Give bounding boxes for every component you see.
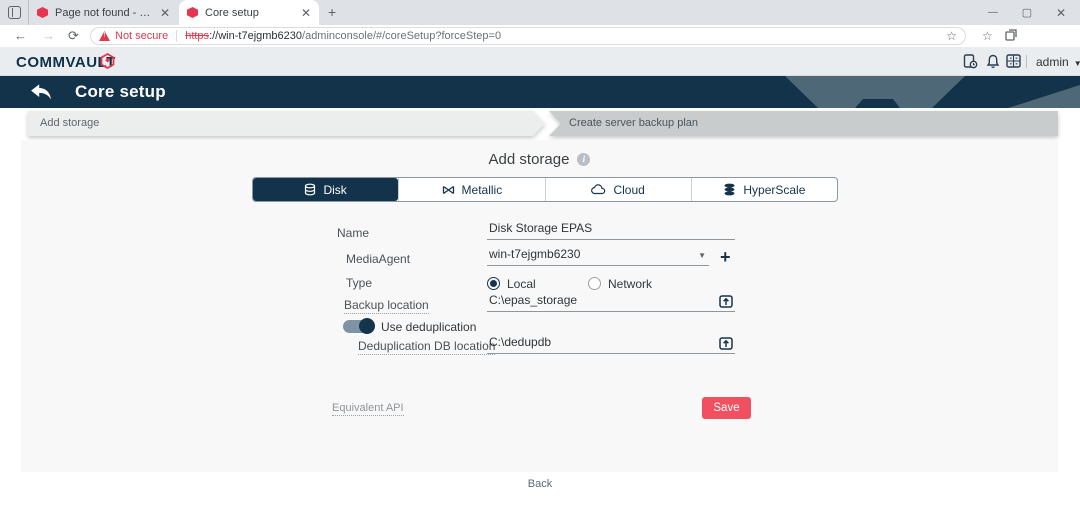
tab-disk[interactable]: Disk [253, 178, 398, 201]
tab-title: Page not found - Commvault [55, 7, 154, 19]
favorites-icon[interactable]: ☆ [982, 29, 993, 43]
step-add-storage[interactable]: Add storage [28, 111, 545, 136]
backup-location-input[interactable]: C:\epas_storage [487, 291, 735, 312]
not-secure-label: Not secure [115, 30, 168, 42]
use-deduplication-label: Use deduplication [381, 320, 476, 334]
commvault-hexagon-icon [100, 53, 115, 69]
apps-grid-icon[interactable] [1006, 54, 1021, 68]
tab-actions-icon[interactable] [8, 6, 21, 19]
bookmark-star-icon[interactable]: ☆ [946, 29, 957, 43]
hyperscale-icon [723, 183, 736, 196]
equivalent-api-link[interactable]: Equivalent API [332, 402, 404, 416]
window-restore-button[interactable]: ▢ [1010, 0, 1044, 25]
browser-tab-core-setup[interactable]: Core setup ✕ [179, 0, 319, 25]
window-close-button[interactable]: ✕ [1044, 0, 1078, 25]
tab-metallic[interactable]: Metallic [398, 178, 544, 201]
setup-steps: Add storage Create server backup plan [28, 111, 1058, 136]
notifications-bell-icon[interactable] [986, 54, 1000, 69]
omnibox-divider [176, 30, 177, 42]
back-link[interactable]: Back [0, 478, 1080, 490]
tab-label: Disk [323, 183, 346, 197]
refresh-icon[interactable]: ⟳ [68, 28, 79, 44]
name-label: Name [337, 226, 369, 240]
mediaagent-label: MediaAgent [346, 252, 410, 266]
dedup-db-location-input[interactable]: C:\dedupdb [487, 333, 735, 354]
toggle-knob [359, 318, 375, 334]
browser-tab-strip: Page not found - Commvault ✕ Core setup … [0, 0, 1080, 25]
step-create-server-backup-plan[interactable]: Create server backup plan [549, 111, 1058, 136]
header-decoration [760, 76, 1080, 108]
collections-icon[interactable] [1005, 29, 1018, 42]
mediaagent-value: win-t7ejgmb6230 [489, 247, 580, 261]
page-title-bar: Core setup [0, 76, 1080, 108]
storage-type-tabs: Disk Metallic Cloud HyperScale [252, 177, 838, 202]
chevron-down-icon: ▼ [1074, 59, 1080, 68]
url-host: ://win-t7ejgmb6230 [209, 30, 302, 42]
header-divider [1026, 55, 1027, 68]
save-button[interactable]: Save [702, 397, 751, 419]
tab-close-icon[interactable]: ✕ [301, 7, 311, 19]
window-minimize-button[interactable]: — [976, 0, 1010, 25]
browse-dedup-db-icon[interactable] [719, 336, 733, 350]
tab-cloud[interactable]: Cloud [545, 178, 691, 201]
use-deduplication-toggle[interactable] [343, 320, 373, 333]
new-tab-button[interactable]: + [328, 4, 336, 20]
radio-network-label: Network [608, 277, 652, 291]
dedup-db-location-label: Deduplication DB location [358, 339, 495, 355]
chevron-down-icon: ▼ [698, 251, 706, 260]
tab-hyperscale[interactable]: HyperScale [691, 178, 837, 201]
type-label: Type [346, 276, 372, 290]
tab-label: Cloud [613, 183, 644, 197]
back-arrow-icon[interactable] [30, 83, 52, 101]
back-nav-icon[interactable]: ← [14, 28, 27, 43]
form-heading: Add storage [489, 151, 570, 168]
browser-tab-page-not-found[interactable]: Page not found - Commvault ✕ [28, 0, 178, 25]
name-input[interactable]: Disk Storage EPAS [487, 219, 735, 240]
backup-location-label: Backup location [344, 298, 429, 314]
mediaagent-select[interactable]: win-t7ejgmb6230 ▼ [487, 245, 709, 266]
jobs-report-icon[interactable] [963, 54, 978, 69]
tab-title: Core setup [205, 7, 295, 19]
tab-close-icon[interactable]: ✕ [160, 7, 170, 19]
page-title: Core setup [75, 82, 166, 102]
browse-backup-location-icon[interactable] [719, 294, 733, 308]
user-menu[interactable]: admin ▼ [1036, 55, 1080, 69]
tab-label: HyperScale [743, 183, 805, 197]
radio-network[interactable] [588, 277, 601, 290]
disk-icon [304, 183, 316, 196]
url-omnibox[interactable]: Not secure https://win-t7ejgmb6230/admin… [90, 27, 966, 45]
metallic-icon [442, 184, 455, 196]
forward-nav-icon[interactable]: → [42, 28, 55, 43]
radio-local-label: Local [507, 277, 536, 291]
commvault-favicon-icon [37, 7, 48, 18]
cloud-icon [591, 184, 606, 195]
commvault-favicon-icon [187, 7, 198, 18]
page-url: https://win-t7ejgmb6230/adminconsole/#/c… [185, 30, 946, 42]
browser-address-bar: ← → ⟳ Not secure https://win-t7ejgmb6230… [0, 25, 1080, 47]
add-mediaagent-button[interactable]: + [720, 248, 731, 266]
url-scheme: https [185, 30, 209, 42]
add-storage-panel: Add storage i Disk Metallic Cloud HyperS… [21, 140, 1058, 472]
not-secure-warning-icon[interactable] [99, 31, 110, 41]
radio-local[interactable] [487, 277, 500, 290]
url-path: /adminconsole/#/coreSetup?forceStep=0 [302, 30, 501, 42]
info-icon[interactable]: i [577, 153, 590, 166]
user-name: admin [1036, 55, 1069, 69]
app-header: COMMVAULT admin▼ [0, 47, 1080, 76]
tab-label: Metallic [462, 183, 503, 197]
